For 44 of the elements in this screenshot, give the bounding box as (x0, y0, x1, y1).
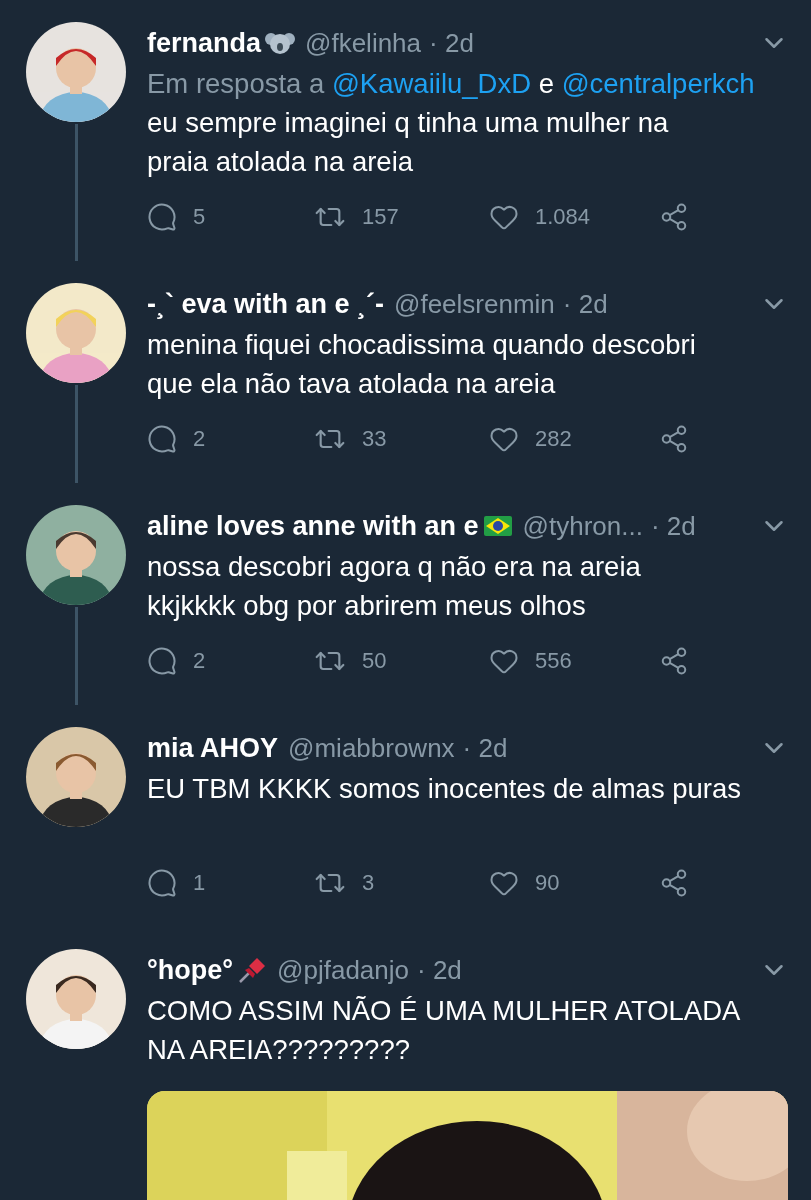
share-icon[interactable] (659, 868, 689, 898)
reply-count: 1 (193, 870, 206, 896)
like-count: 556 (535, 648, 572, 674)
user-handle[interactable]: @fkelinha (305, 27, 422, 59)
tweet-text: nossa descobri agora q não era na areia kkjkkkk obg por abrirem meus olhos (147, 550, 642, 623)
user-handle[interactable]: @pjfadanjo (277, 954, 410, 986)
user-name[interactable]: -¸` eva with an e ¸´- (147, 288, 384, 320)
reply-count: 2 (193, 648, 206, 674)
timestamp: · 2d (429, 27, 474, 59)
timestamp: · 2d (562, 288, 608, 320)
retweet-count: 3 (362, 870, 375, 896)
reply-icon[interactable] (147, 424, 177, 454)
reply-count: 2 (193, 426, 206, 452)
reply-icon[interactable] (147, 646, 177, 676)
user-name[interactable]: fernanda (147, 27, 262, 59)
user-handle[interactable]: @miabbrownx (288, 732, 455, 764)
reply-context: Em resposta a @Kawaiilu_DxD e @centralperkch (147, 67, 756, 101)
user-name[interactable]: aline loves anne with an e (147, 510, 479, 542)
retweet-count: 33 (362, 426, 387, 452)
retweet-count: 50 (362, 648, 387, 674)
user-name[interactable]: mia AHOY (147, 732, 279, 764)
like-count: 1.084 (535, 204, 591, 230)
reply-count: 5 (193, 204, 206, 230)
user-handle[interactable]: @tyhron... (522, 510, 643, 542)
timestamp: · 2d (650, 510, 696, 542)
reply-icon[interactable] (147, 202, 177, 232)
timestamp: · 2d (462, 732, 508, 764)
retweet-count: 157 (362, 204, 399, 230)
pin-icon (237, 956, 268, 984)
user-handle[interactable]: @feelsrenmin (394, 288, 555, 320)
tweet-text: eu sempre imaginei q tinha uma mulher na praia atolada na areia (147, 106, 670, 179)
share-icon[interactable] (659, 202, 689, 232)
share-icon[interactable] (659, 424, 689, 454)
reply-icon[interactable] (147, 868, 177, 898)
tweet-text: EU TBM KKKK somos inocentes de almas puras (147, 772, 743, 806)
mention-link[interactable]: @Kawaiilu_DxD (331, 68, 532, 99)
tweet-text: COMO ASSIM NÃO É UMA MULHER ATOLADA NA AREIA????????? (147, 994, 742, 1067)
share-icon[interactable] (659, 646, 689, 676)
like-count: 282 (535, 426, 572, 452)
user-name[interactable]: °hope° (147, 954, 234, 986)
like-count: 90 (535, 870, 560, 896)
tweet-text: menina fiquei chocadissima quando descobri que ela não tava atolada na areia (147, 328, 697, 401)
timestamp: · 2d (417, 954, 462, 986)
mention-link[interactable]: @centralperkch (561, 68, 755, 99)
